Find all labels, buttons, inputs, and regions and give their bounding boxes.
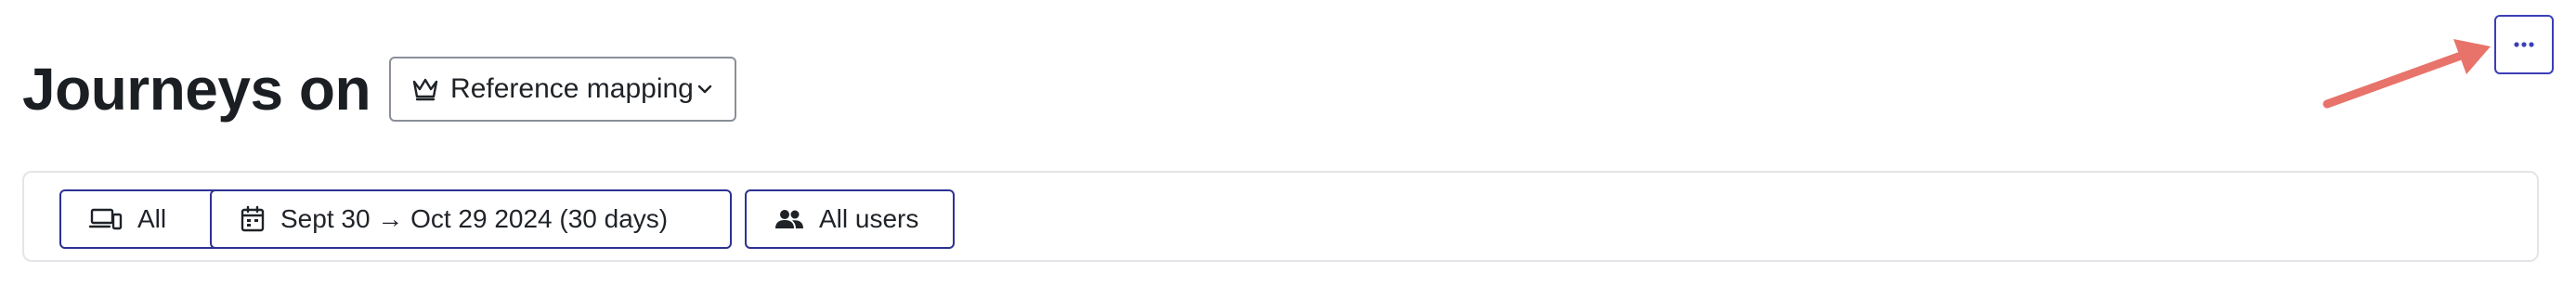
reference-mapping-select[interactable]: Reference mapping xyxy=(389,57,737,122)
reference-mapping-label: Reference mapping xyxy=(450,73,694,104)
users-filter-label: All users xyxy=(819,204,919,233)
calendar-icon xyxy=(240,205,266,233)
date-range-filter-chip[interactable]: Sept 30 → Oct 29 2024 (30 days) xyxy=(210,189,732,249)
devices-icon xyxy=(89,206,123,232)
header-row: Journeys on Reference mapping xyxy=(22,54,737,124)
date-range-label: Sept 30 → Oct 29 2024 (30 days) xyxy=(280,204,669,233)
crown-icon xyxy=(411,76,439,102)
device-filter-label: All xyxy=(137,204,167,233)
device-filter-chip[interactable]: All xyxy=(59,189,223,249)
chevron-down-icon xyxy=(696,83,714,96)
filter-bar: All Sept 30 → Oct 29 2024 (30 days) All … xyxy=(22,171,2539,262)
users-filter-chip[interactable]: All users xyxy=(745,189,955,249)
annotation-arrow xyxy=(2322,39,2491,109)
users-icon xyxy=(774,208,804,230)
page-title: Journeys on xyxy=(22,56,371,123)
ellipsis-icon xyxy=(2513,41,2535,48)
